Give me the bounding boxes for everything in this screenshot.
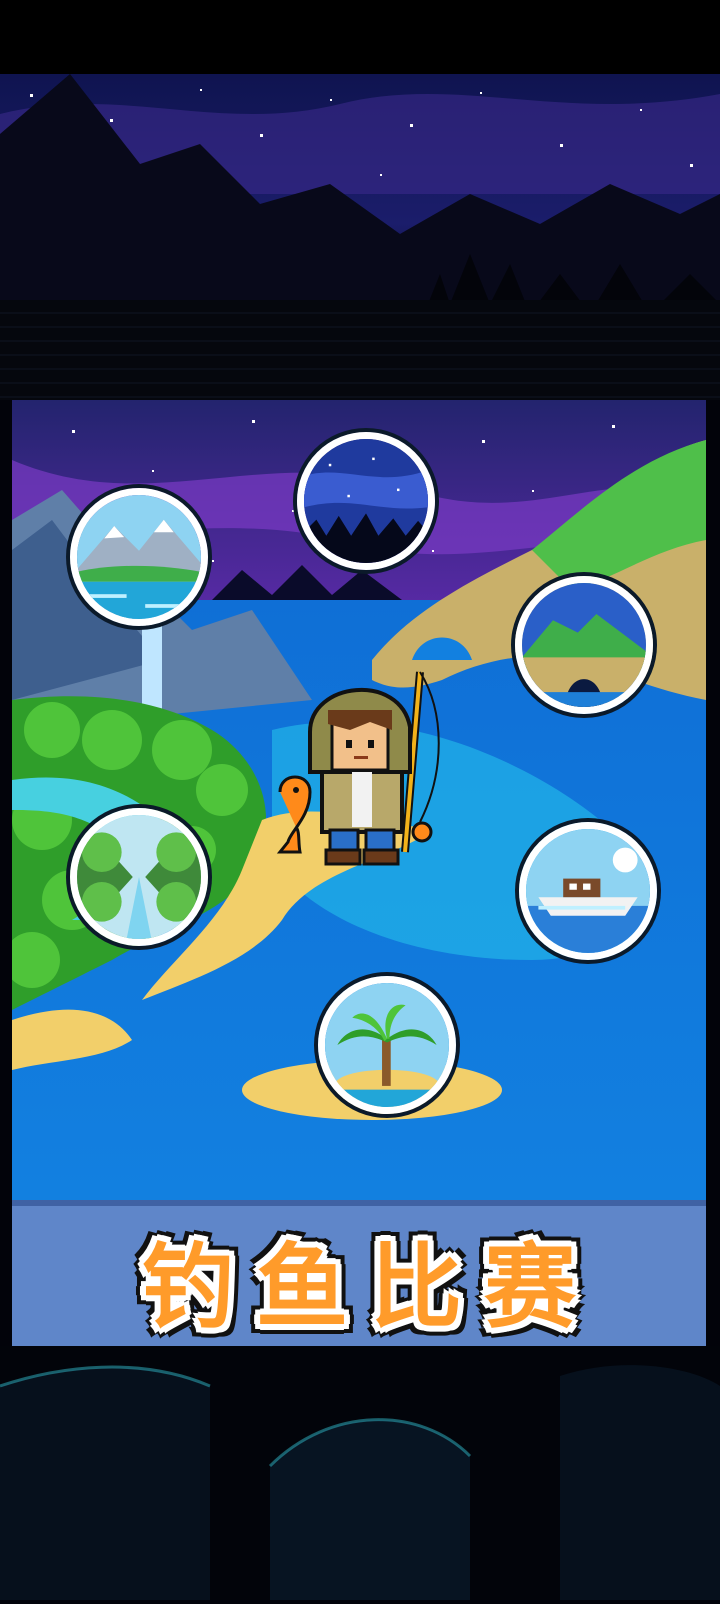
location-forest-river[interactable] [70,808,208,946]
bottom-scenery [0,1346,720,1600]
top-bar [0,0,720,74]
location-night-sky[interactable] [297,432,435,570]
world-map: 钓鱼比赛 [12,400,706,1346]
title-banner: 钓鱼比赛 [12,1200,706,1346]
sea-cave-icon [522,583,646,707]
mountain-lake-icon [77,495,201,619]
boat-icon [526,829,650,953]
fisherman-character[interactable] [270,652,460,882]
forest-river-icon [77,815,201,939]
night-forest-icon [304,439,428,563]
palm-island-icon [325,983,449,1107]
location-sea-cave[interactable] [515,576,653,714]
ocean-strip [0,300,720,400]
location-palm-island[interactable] [318,976,456,1114]
game-title: 钓鱼比赛 [141,1233,598,1341]
fisherman-icon [276,671,440,866]
location-open-sea[interactable] [519,822,657,960]
location-mountain-lake[interactable] [70,488,208,626]
night-sky-banner [0,74,720,324]
